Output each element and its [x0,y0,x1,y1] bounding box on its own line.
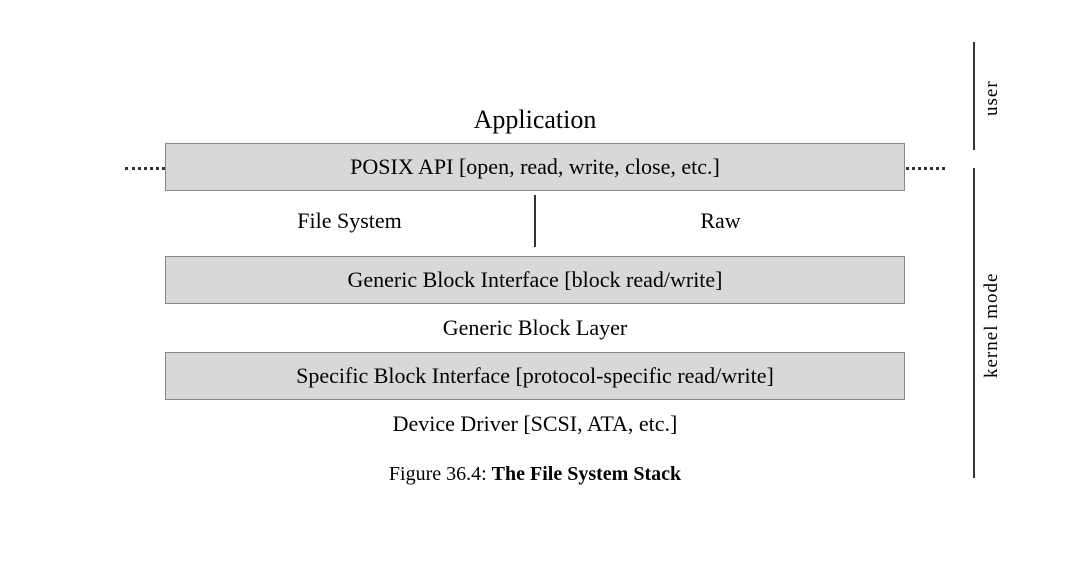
specific-block-interface-box: Specific Block Interface [protocol-speci… [165,352,905,400]
diagram-container: user kernel mode Application POSIX API [… [55,20,1015,560]
fs-raw-row: File System Raw [165,195,905,247]
figure-caption-prefix: Figure 36.4: [389,463,492,485]
raw-cell: Raw [536,195,905,247]
stack-area: Application POSIX API [open, read, write… [125,95,945,486]
figure-caption: Figure 36.4: The File System Stack [389,463,681,486]
user-mode-label: user [981,48,1003,148]
device-driver-label: Device Driver [SCSI, ATA, etc.] [165,403,905,445]
kernel-bracket [973,168,975,478]
posix-row: POSIX API [open, read, write, close, etc… [125,149,945,185]
application-label: Application [474,95,597,149]
generic-block-interface-box: Generic Block Interface [block read/writ… [165,256,905,304]
posix-box: POSIX API [open, read, write, close, etc… [165,143,905,191]
user-bracket [973,42,975,150]
filesystem-cell: File System [165,195,534,247]
kernel-mode-label: kernel mode [981,175,1003,475]
figure-caption-bold: The File System Stack [492,463,681,485]
generic-block-layer-label: Generic Block Layer [165,307,905,349]
